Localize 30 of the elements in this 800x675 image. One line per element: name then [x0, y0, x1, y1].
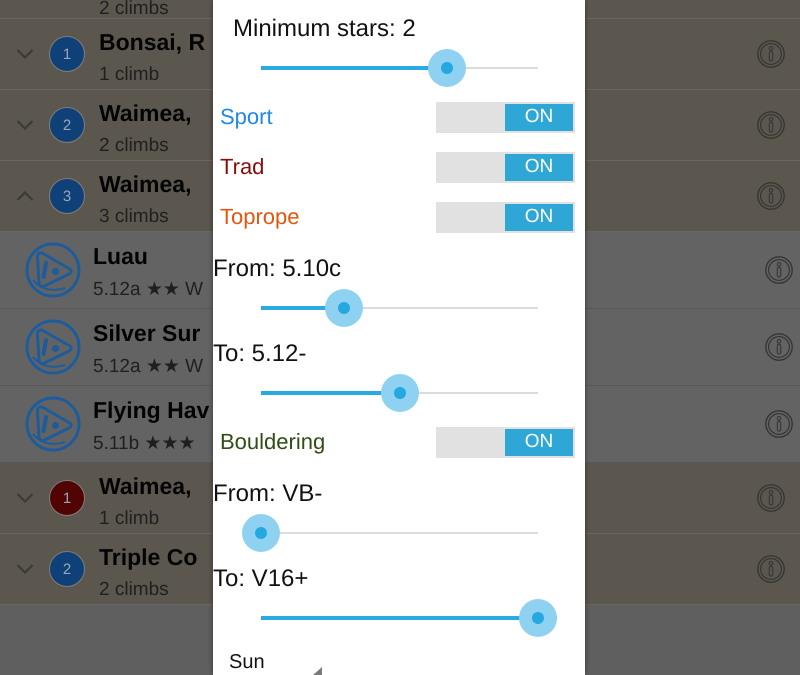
climb-type-label: Bouldering — [220, 428, 326, 456]
climb-type-label: Sport — [220, 103, 273, 131]
climb-title: Luau — [93, 242, 148, 270]
climb-type-label: Trad — [220, 153, 264, 181]
slider-label: From: VB- — [213, 479, 322, 509]
climb-count: 2 climbs — [99, 0, 169, 18]
area-title: Bonsai, R — [99, 28, 206, 56]
climb-count: 1 climb — [99, 63, 160, 87]
climb-title: Flying Hav — [93, 396, 210, 424]
climb-count: 1 climb — [99, 507, 160, 531]
climb-count: 3 climbs — [99, 205, 169, 229]
climb-count: 2 climbs — [99, 578, 169, 602]
climb-count: 2 climbs — [99, 134, 169, 158]
slider-label: To: V16+ — [213, 564, 308, 594]
route-count-badge: 2 — [49, 107, 85, 143]
area-title: Waimea, — [99, 472, 192, 500]
climb-details: 5.11b ★★★ — [93, 432, 196, 456]
slider-label: To: 5.12- — [213, 339, 306, 369]
route-count-badge: 1 — [49, 480, 85, 516]
area-title: Waimea, — [99, 99, 192, 127]
area-title: Waimea, — [99, 170, 192, 198]
route-count-badge: 3 — [49, 178, 85, 214]
climb-title: Silver Sur — [93, 319, 200, 347]
route-count-badge: 1 — [49, 36, 85, 72]
climb-details: 5.12a ★★ W — [93, 278, 204, 302]
climb-type-label: Toprope — [220, 203, 300, 231]
slider-label: From: 5.10c — [213, 254, 342, 284]
climb-details: 5.12a ★★ W — [93, 355, 204, 379]
route-count-badge: 2 — [49, 551, 85, 587]
area-title: Triple Co — [99, 543, 198, 571]
